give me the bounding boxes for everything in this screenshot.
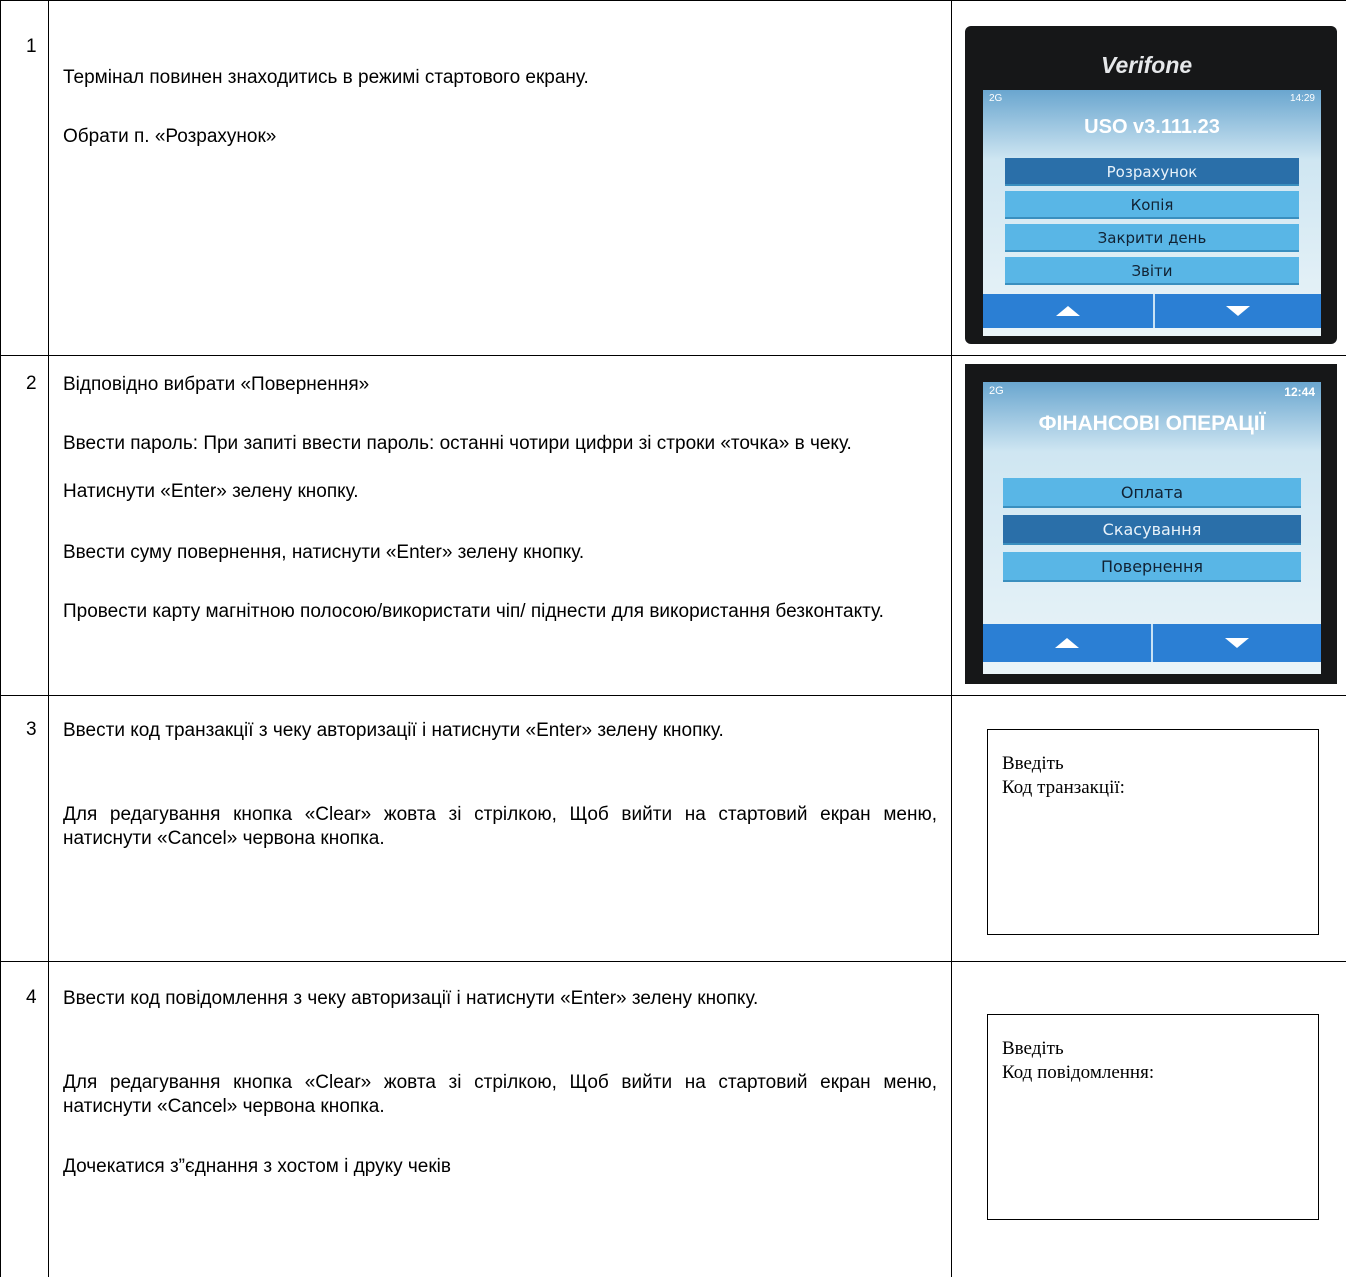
scroll-up-button[interactable] [983,294,1155,328]
prompt-line: Введіть [1002,1038,1064,1059]
down-arrow-icon [1226,306,1250,316]
step-number: 2 [26,373,37,394]
terminal-lcd: 2G 12:44 ФІНАНСОВІ ОПЕРАЦІЇ Оплата Скасу… [983,382,1321,674]
nav-bar [983,294,1321,328]
clock: 12:44 [1284,385,1315,399]
menu-item-skasuvannia[interactable]: Скасування [1003,515,1301,545]
step-text: Ввести пароль: При запиті ввести пароль:… [63,433,852,454]
clock: 14:29 [1289,93,1315,104]
step-number: 3 [26,719,37,740]
up-arrow-icon [1055,638,1079,648]
prompt-line: Код транзакції: [1002,777,1125,798]
verifone-logo: Verifone [1101,52,1193,78]
step-text: Натиснути «Enter» зелену кнопку. [63,481,359,502]
signal-indicator: 2G [989,385,1004,397]
step-text: Ввести код повідомлення з чеку авторизац… [63,988,759,1009]
step-text: Термінал повинен знаходитись в режимі ст… [63,67,589,88]
step-number: 4 [26,987,37,1008]
step-text: Для редагування кнопка «Clear» жовта зі … [63,804,937,849]
terminal-prompt-box: Введіть Код повідомлення: [987,1014,1319,1220]
terminal-prompt-box: Введіть Код транзакції: [987,729,1319,935]
up-arrow-icon [1056,306,1080,316]
table-row: 1 Термінал повинен знаходитись в режимі … [0,0,1346,355]
prompt-line: Код повідомлення: [1002,1062,1155,1083]
scroll-up-button[interactable] [983,624,1153,662]
screen-title: USO v3.111.23 [1084,116,1220,138]
nav-bar [983,624,1321,662]
table-row: 2 Відповідно вибрати «Повернення» Ввести… [0,355,1346,695]
menu-item-zvity[interactable]: Звіти [1005,257,1299,285]
signal-indicator: 2G [989,93,1003,104]
terminal-screenshot-main-menu: Verifone 2G 14:29 USO v3.111.23 Розрахун… [965,26,1337,344]
screen-title: ФІНАНСОВІ ОПЕРАЦІЇ [1038,412,1266,435]
step-text: Обрати п. «Розрахунок» [63,126,277,147]
step-text: Дочекатися з”єднання з хостом і друку че… [63,1156,451,1177]
step-text: Ввести код транзакції з чеку авторизації… [63,720,724,741]
menu-item-rozrakhunok[interactable]: Розрахунок [1005,158,1299,186]
menu-item-zakryty-den[interactable]: Закрити день [1005,224,1299,252]
scroll-down-button[interactable] [1153,624,1321,662]
prompt-line: Введіть [1002,753,1064,774]
scroll-down-button[interactable] [1155,294,1321,328]
table-row: 3 Ввести код транзакції з чеку авторизац… [0,695,1346,961]
menu-item-povernennia[interactable]: Повернення [1003,552,1301,582]
step-text: Відповідно вибрати «Повернення» [63,374,370,395]
table-row: 4 Ввести код повідомлення з чеку авториз… [0,961,1346,1277]
menu-item-kopiia[interactable]: Копія [1005,191,1299,219]
step-text: Для редагування кнопка «Clear» жовта зі … [63,1072,937,1117]
step-text: Ввести суму повернення, натиснути «Enter… [63,542,585,563]
menu-item-oplata[interactable]: Оплата [1003,478,1301,508]
down-arrow-icon [1225,638,1249,648]
step-text: Провести карту магнітною полосою/викорис… [63,601,884,622]
terminal-screenshot-financial-ops: 2G 12:44 ФІНАНСОВІ ОПЕРАЦІЇ Оплата Скасу… [965,364,1337,684]
terminal-lcd: 2G 14:29 USO v3.111.23 Розрахунок Копія … [983,90,1321,336]
step-number: 1 [26,36,37,57]
